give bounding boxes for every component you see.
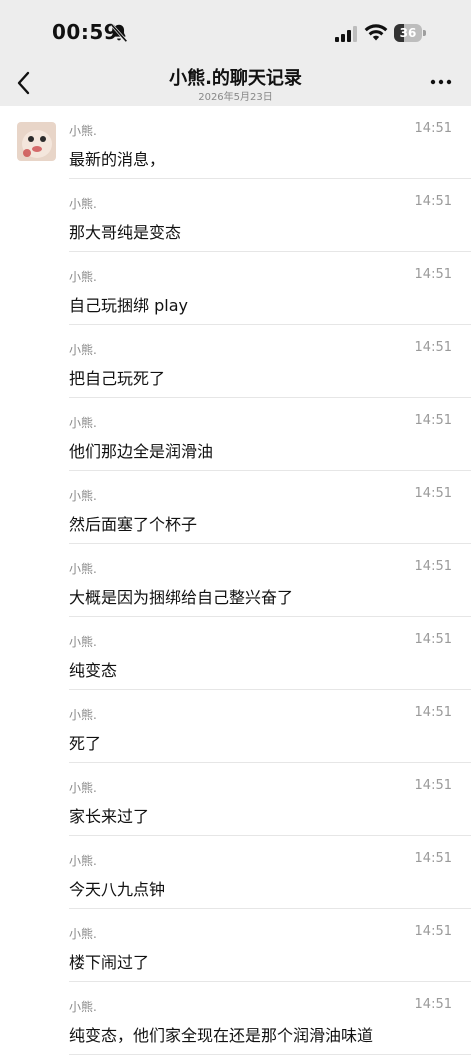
message-text: 纯变态 [69, 661, 118, 680]
message-row[interactable]: 小熊. 14:51 把自己玩死了 [0, 325, 471, 398]
message-list: 小熊. 14:51 最新的消息， 小熊. 14:51 那大哥纯是变态 小熊. 14:51 自己玩… [0, 106, 471, 1055]
message-text: 自己玩捆绑 play [69, 296, 188, 315]
cellular-signal-icon [335, 26, 357, 42]
sender-name: 小熊. [69, 343, 97, 357]
message-text: 家长来过了 [69, 807, 150, 826]
sender-name: 小熊. [69, 1000, 97, 1014]
avatar[interactable] [17, 122, 56, 161]
page-subtitle-date: 2026年5月23日 [198, 92, 273, 103]
status-bar: 00:59 36 [0, 0, 471, 62]
sender-name: 小熊. [69, 927, 97, 941]
message-time: 14:51 [414, 924, 452, 939]
message-text: 然后面塞了个杯子 [69, 515, 198, 534]
sender-name: 小熊. [69, 197, 97, 211]
top-bar: 00:59 36 小熊.的聊天记录 2026年5月23日 [0, 0, 471, 106]
message-time: 14:51 [414, 340, 452, 355]
message-time: 14:51 [414, 559, 452, 574]
sender-name: 小熊. [69, 416, 97, 430]
message-text: 大概是因为捆绑给自己整兴奋了 [69, 588, 294, 607]
message-time: 14:51 [414, 632, 452, 647]
battery-level-text: 36 [399, 26, 417, 40]
message-row[interactable]: 小熊. 14:51 死了 [0, 690, 471, 763]
message-time: 14:51 [414, 778, 452, 793]
sender-name: 小熊. [69, 270, 97, 284]
message-row[interactable]: 小熊. 14:51 大概是因为捆绑给自己整兴奋了 [0, 544, 471, 617]
message-time: 14:51 [414, 194, 452, 209]
message-row[interactable]: 小熊. 14:51 自己玩捆绑 play [0, 252, 471, 325]
avatar-image [17, 122, 56, 161]
message-time: 14:51 [414, 705, 452, 720]
message-row[interactable]: 小熊. 14:51 那大哥纯是变态 [0, 179, 471, 252]
sender-name: 小熊. [69, 562, 97, 576]
bell-muted-icon [110, 23, 128, 43]
sender-name: 小熊. [69, 708, 97, 722]
message-time: 14:51 [414, 486, 452, 501]
message-time: 14:51 [414, 121, 452, 136]
message-time: 14:51 [414, 851, 452, 866]
message-text: 今天八九点钟 [69, 880, 166, 899]
message-text: 他们那边全是润滑油 [69, 442, 214, 461]
message-row[interactable]: 小熊. 14:51 今天八九点钟 [0, 836, 471, 909]
message-time: 14:51 [414, 997, 452, 1012]
wifi-icon [364, 24, 388, 41]
more-options-icon[interactable] [429, 74, 453, 90]
message-text: 楼下闹过了 [69, 953, 150, 972]
page-title: 小熊.的聊天记录 [169, 68, 302, 89]
message-row[interactable]: 小熊. 14:51 纯变态 [0, 617, 471, 690]
message-row[interactable]: 小熊. 14:51 然后面塞了个杯子 [0, 471, 471, 544]
sender-name: 小熊. [69, 124, 97, 138]
message-time: 14:51 [414, 267, 452, 282]
sender-name: 小熊. [69, 489, 97, 503]
navigation-bar: 小熊.的聊天记录 2026年5月23日 [0, 62, 471, 106]
message-row[interactable]: 小熊. 14:51 纯变态，他们家全现在还是那个润滑油味道 [0, 982, 471, 1055]
sender-name: 小熊. [69, 781, 97, 795]
message-text: 死了 [69, 734, 102, 753]
sender-name: 小熊. [69, 635, 97, 649]
message-text: 把自己玩死了 [69, 369, 166, 388]
message-row[interactable]: 小熊. 14:51 最新的消息， [0, 106, 471, 179]
message-text: 那大哥纯是变态 [69, 223, 182, 242]
sender-name: 小熊. [69, 854, 97, 868]
message-text: 纯变态，他们家全现在还是那个润滑油味道 [69, 1026, 374, 1045]
message-row[interactable]: 小熊. 14:51 楼下闹过了 [0, 909, 471, 982]
message-row[interactable]: 小熊. 14:51 家长来过了 [0, 763, 471, 836]
message-text: 最新的消息， [69, 150, 166, 169]
battery-indicator: 36 [394, 24, 428, 42]
battery-cap [423, 30, 426, 36]
message-time: 14:51 [414, 413, 452, 428]
message-row[interactable]: 小熊. 14:51 他们那边全是润滑油 [0, 398, 471, 471]
